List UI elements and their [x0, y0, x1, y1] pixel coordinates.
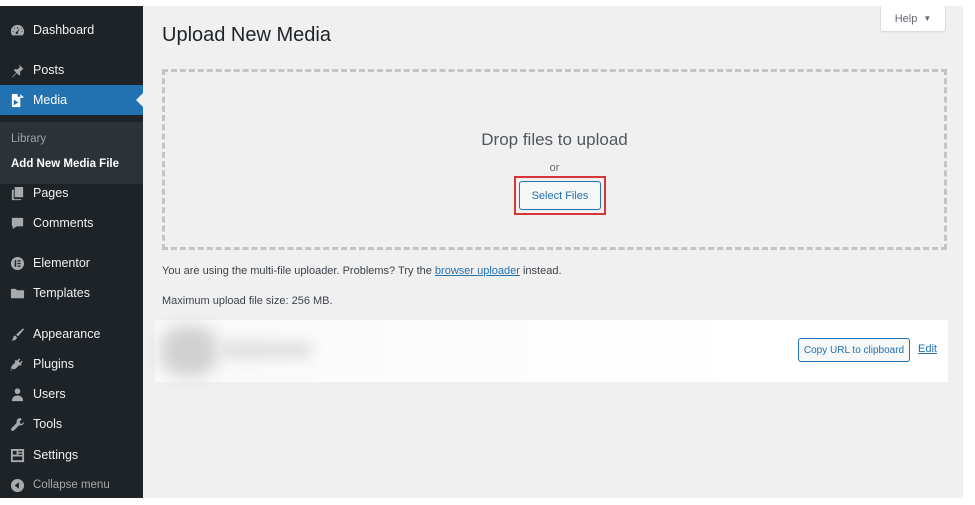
- collapse-menu-button[interactable]: Collapse menu: [0, 470, 143, 500]
- collapse-label: Collapse menu: [33, 479, 110, 491]
- sidebar-item-plugins[interactable]: Plugins: [0, 349, 143, 379]
- sidebar-item-label: Plugins: [33, 357, 74, 371]
- uploader-info-suffix: instead.: [522, 265, 562, 277]
- media-filename: [221, 342, 311, 358]
- media-icon: [9, 92, 25, 108]
- settings-icon: [9, 447, 25, 463]
- upload-dropzone[interactable]: Drop files to upload or Select Files: [162, 69, 947, 250]
- edit-link[interactable]: Edit: [918, 343, 937, 355]
- sidebar-item-comments[interactable]: Comments: [0, 208, 143, 238]
- sidebar-item-label: Templates: [33, 286, 90, 300]
- help-tab-button[interactable]: Help ▼: [880, 6, 946, 32]
- dashboard-icon: [9, 22, 25, 38]
- comment-icon: [9, 215, 25, 231]
- sidebar-item-templates[interactable]: Templates: [0, 278, 143, 308]
- sidebar-item-appearance[interactable]: Appearance: [0, 319, 143, 349]
- users-icon: [9, 386, 25, 402]
- chevron-down-icon: ▼: [923, 14, 932, 23]
- folder-icon: [9, 285, 25, 301]
- admin-sidebar: Dashboard Posts Media Library Add New Me…: [0, 6, 143, 498]
- sidebar-item-label: Dashboard: [33, 23, 95, 37]
- sidebar-item-label: Pages: [33, 186, 69, 200]
- or-text: or: [549, 162, 560, 174]
- collapse-icon: [9, 477, 25, 493]
- main-content: Help ▼ Upload New Media Drop files to up…: [143, 6, 963, 498]
- drop-files-text: Drop files to upload: [481, 130, 628, 149]
- media-thumbnail: [161, 326, 217, 376]
- uploaded-media-item: Copy URL to clipboard Edit: [155, 320, 948, 382]
- sidebar-item-label: Posts: [33, 63, 65, 77]
- sidebar-item-dashboard[interactable]: Dashboard: [0, 15, 143, 45]
- submenu-item-library[interactable]: Library: [11, 133, 46, 145]
- sidebar-item-label: Appearance: [33, 327, 101, 341]
- media-submenu: Library Add New Media File: [0, 122, 143, 184]
- select-files-button[interactable]: Select Files: [519, 181, 601, 210]
- sidebar-item-elementor[interactable]: Elementor: [0, 248, 143, 278]
- sidebar-item-label: Comments: [33, 216, 94, 230]
- submenu-item-add-new[interactable]: Add New Media File: [11, 158, 119, 170]
- sidebar-item-users[interactable]: Users: [0, 379, 143, 409]
- sidebar-item-label: Media: [33, 93, 68, 107]
- wrench-icon: [9, 416, 25, 432]
- pages-icon: [9, 185, 25, 201]
- page-title: Upload New Media: [162, 24, 331, 46]
- sidebar-item-label: Settings: [33, 448, 79, 462]
- sidebar-item-media[interactable]: Media: [0, 85, 143, 115]
- uploader-info: You are using the multi-file uploader. P…: [162, 265, 562, 277]
- help-label: Help: [894, 12, 918, 25]
- sidebar-item-pages[interactable]: Pages: [0, 178, 143, 208]
- sidebar-item-posts[interactable]: Posts: [0, 55, 143, 85]
- uploader-info-prefix: You are using the multi-file uploader. P…: [162, 265, 432, 277]
- sidebar-item-settings[interactable]: Settings: [0, 440, 143, 470]
- plug-icon: [9, 356, 25, 372]
- sidebar-item-label: Elementor: [33, 256, 90, 270]
- max-upload-size: Maximum upload file size: 256 MB.: [162, 295, 333, 307]
- brush-icon: [9, 326, 25, 342]
- sidebar-item-tools[interactable]: Tools: [0, 409, 143, 439]
- elementor-icon: [9, 255, 25, 271]
- browser-uploader-link[interactable]: browser uploader: [435, 265, 520, 277]
- copy-url-button[interactable]: Copy URL to clipboard: [798, 338, 910, 362]
- sidebar-item-label: Tools: [33, 417, 63, 431]
- sidebar-item-label: Users: [33, 387, 66, 401]
- pin-icon: [9, 62, 25, 78]
